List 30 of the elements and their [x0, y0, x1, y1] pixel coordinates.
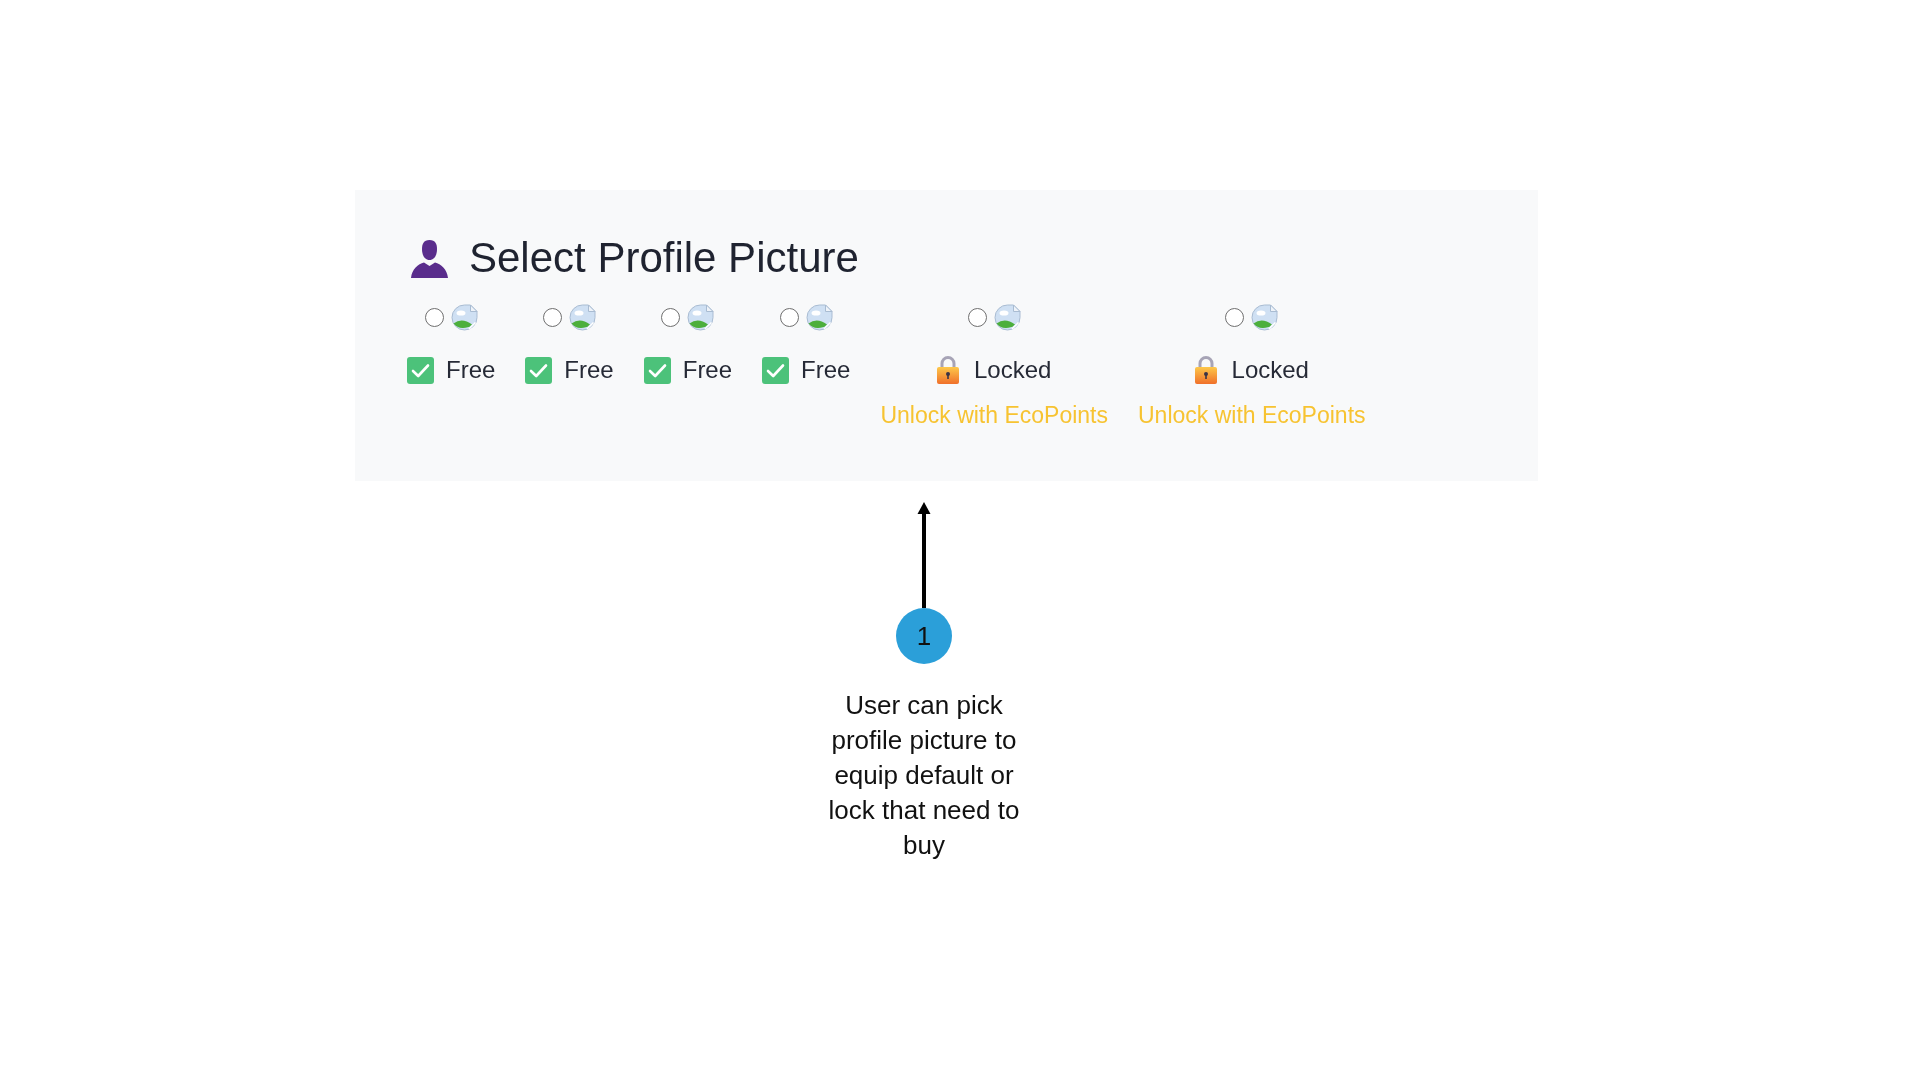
status-label: Free	[446, 355, 496, 385]
status-label: Free	[682, 355, 733, 385]
radio-button[interactable]	[424, 307, 444, 327]
step-marker: 1	[896, 608, 952, 664]
unlock-link[interactable]: Unlock with EcoPoints	[880, 401, 1108, 429]
annotation-text: User can pick profile picture to equip default or lock that need to buy	[827, 689, 1021, 862]
image-icon	[805, 303, 833, 331]
status-label: Free	[801, 355, 851, 385]
image-icon	[993, 303, 1021, 331]
image-icon	[1251, 303, 1279, 331]
image-icon	[687, 303, 715, 331]
image-icon	[450, 303, 478, 331]
padlock-icon	[1194, 356, 1217, 384]
check-icon	[407, 356, 434, 384]
status-label: Locked	[1231, 355, 1309, 385]
radio-button[interactable]	[543, 307, 563, 327]
padlock-icon	[937, 356, 959, 384]
radio-button[interactable]	[1225, 307, 1245, 327]
unlock-link[interactable]: Unlock with EcoPoints	[1138, 401, 1366, 429]
radio-button[interactable]	[779, 307, 799, 327]
panel-title: Select Profile Picture	[469, 233, 859, 283]
user-silhouette-icon	[410, 238, 449, 278]
image-icon	[569, 303, 597, 331]
status-label: Locked	[974, 355, 1052, 385]
check-icon	[762, 356, 790, 384]
check-icon	[525, 356, 553, 384]
radio-button[interactable]	[967, 307, 987, 327]
status-label: Free	[564, 355, 614, 385]
check-icon	[643, 356, 671, 384]
radio-button[interactable]	[661, 307, 681, 327]
